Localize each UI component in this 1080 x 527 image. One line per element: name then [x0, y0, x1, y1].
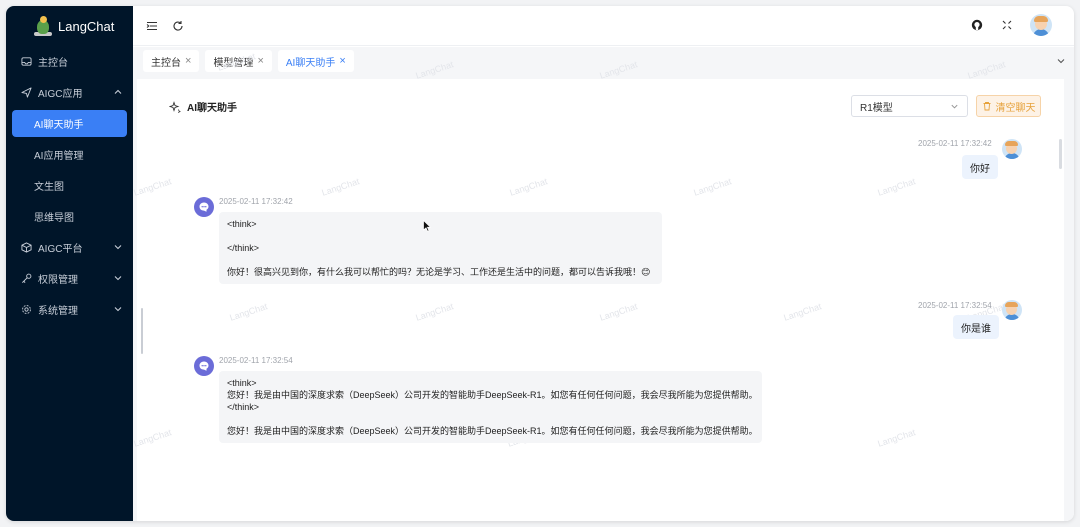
chevron-down-icon[interactable]	[1056, 55, 1066, 65]
sidebar-item-ai-app-manage[interactable]: AI应用管理	[6, 139, 133, 170]
mouse-cursor-icon	[423, 219, 432, 232]
close-icon[interactable]: ×	[185, 55, 191, 67]
chevron-up-icon	[113, 87, 123, 97]
sidebar-item-label: 系统管理	[38, 306, 78, 317]
watermark: LangChat	[598, 301, 639, 323]
watermark: LangChat	[692, 176, 733, 198]
watermark: LangChat	[508, 176, 549, 198]
logo-icon	[34, 16, 52, 36]
watermark: LangChat	[782, 301, 823, 323]
send-icon	[20, 87, 32, 99]
chevron-down-icon	[113, 304, 123, 314]
tab-label: 模型管理	[213, 57, 254, 69]
sidebar-item-label: 文生图	[34, 182, 64, 193]
message-text: 你好	[970, 163, 990, 175]
sidebar-item-label: 权限管理	[38, 275, 78, 286]
user-message-bubble: 你好	[962, 155, 998, 179]
sidebar: LangChat 主控台 AIGC应用 AI聊天助手 AI应用管理 文生图 思维…	[6, 6, 133, 521]
message-timestamp: 2025-02-11 17:32:42	[219, 197, 293, 206]
close-icon[interactable]: ×	[339, 55, 345, 67]
message-line: <think>	[227, 378, 257, 388]
tab-label: 主控台	[151, 57, 181, 69]
model-select-value: R1模型	[860, 102, 893, 114]
sidebar-item-label: AIGC应用	[38, 89, 83, 100]
tab-dashboard[interactable]: 主控台 ×	[143, 50, 200, 72]
sidebar-item-aigc-platform[interactable]: AIGC平台	[6, 232, 133, 263]
chevron-down-icon	[113, 242, 123, 252]
message-line: 您好！我是由中国的深度求索（DeepSeek）公司开发的智能助手DeepSeek…	[227, 426, 758, 436]
message-line: </think>	[227, 243, 260, 253]
message-text: 你是谁	[961, 323, 991, 335]
watermark: LangChat	[132, 427, 173, 449]
app-window: LangChat 主控台 AIGC应用 AI聊天助手 AI应用管理 文生图 思维…	[6, 6, 1074, 521]
chevron-down-icon	[950, 102, 959, 111]
message-timestamp: 2025-02-11 17:32:54	[918, 301, 992, 310]
refresh-icon[interactable]	[171, 19, 185, 33]
sparkle-icon	[168, 100, 181, 113]
message-line: </think>	[227, 402, 260, 412]
sidebar-scrollbar[interactable]	[141, 308, 143, 354]
message-line: 您好！我是由中国的深度求索（DeepSeek）公司开发的智能助手DeepSeek…	[227, 390, 758, 400]
user-avatar	[1002, 300, 1022, 320]
user-avatar[interactable]	[1030, 14, 1052, 36]
sidebar-item-mindmap[interactable]: 思维导图	[6, 201, 133, 232]
clear-chat-label: 清空聊天	[995, 102, 1036, 114]
message-line: <think>	[227, 219, 257, 229]
header-actions	[954, 14, 1052, 36]
bot-message-bubble: <think> </think> 你好！很高兴见到你，有什么我可以帮忙的吗？无论…	[219, 212, 662, 284]
watermark: LangChat	[876, 427, 917, 449]
chat-panel: AI聊天助手 R1模型 清空聊天 LangChat LangChat LangC…	[132, 51, 1064, 521]
logo[interactable]: LangChat	[6, 6, 133, 46]
chat-title: AI聊天助手	[168, 99, 237, 114]
sidebar-item-label: 主控台	[38, 58, 68, 69]
sidebar-item-label: AI聊天助手	[34, 120, 84, 131]
watermark: LangChat	[132, 176, 173, 198]
watermark: LangChat	[876, 176, 917, 198]
sidebar-item-permissions[interactable]: 权限管理	[6, 263, 133, 294]
bot-message-bubble: <think> 您好！我是由中国的深度求索（DeepSeek）公司开发的智能助手…	[219, 371, 762, 443]
message-line: 你好！很高兴见到你，有什么我可以帮忙的吗？无论是学习、工作还是生活中的问题，都可…	[227, 267, 651, 277]
chevron-down-icon	[113, 273, 123, 283]
chat-title-text: AI聊天助手	[187, 103, 237, 114]
sidebar-item-label: AIGC平台	[38, 244, 83, 255]
top-header	[133, 6, 1074, 46]
close-icon[interactable]: ×	[257, 55, 263, 67]
cube-icon	[20, 242, 32, 254]
sidebar-item-label: 思维导图	[34, 213, 74, 224]
trash-icon	[982, 101, 992, 111]
model-select[interactable]: R1模型	[851, 95, 968, 117]
sidebar-item-aigc-app[interactable]: AIGC应用	[6, 77, 133, 108]
watermark: LangChat	[320, 176, 361, 198]
user-message-bubble: 你是谁	[953, 315, 999, 339]
tab-label: AI聊天助手	[285, 57, 336, 69]
sidebar-item-dashboard[interactable]: 主控台	[6, 46, 133, 77]
tab-model-manage[interactable]: 模型管理 ×	[205, 50, 272, 72]
clear-chat-button[interactable]: 清空聊天	[976, 95, 1041, 117]
gear-icon	[20, 304, 32, 316]
bot-avatar	[194, 197, 214, 217]
menu-collapse-icon[interactable]	[145, 19, 159, 33]
scrollbar[interactable]	[1059, 139, 1062, 169]
tab-bar: 主控台 × 模型管理 × AI聊天助手 ×	[133, 47, 1074, 75]
watermark: LangChat	[414, 301, 455, 323]
app-name: LangChat	[58, 18, 115, 34]
github-icon[interactable]	[970, 18, 984, 32]
inbox-icon	[20, 56, 32, 68]
watermark: LangChat	[228, 301, 269, 323]
sidebar-item-label: AI应用管理	[34, 151, 84, 162]
message-timestamp: 2025-02-11 17:32:54	[219, 356, 293, 365]
message-timestamp: 2025-02-11 17:32:42	[918, 139, 992, 148]
fullscreen-icon[interactable]	[1000, 18, 1014, 32]
tab-ai-chat[interactable]: AI聊天助手 ×	[277, 50, 354, 72]
user-avatar	[1002, 139, 1022, 159]
sidebar-item-ai-chat[interactable]: AI聊天助手	[12, 110, 127, 137]
sidebar-item-text-to-image[interactable]: 文生图	[6, 170, 133, 201]
sidebar-item-system[interactable]: 系统管理	[6, 294, 133, 325]
bot-avatar	[194, 356, 214, 376]
content-area: AI聊天助手 R1模型 清空聊天 LangChat LangChat LangC…	[132, 51, 1074, 521]
key-icon	[20, 273, 32, 285]
